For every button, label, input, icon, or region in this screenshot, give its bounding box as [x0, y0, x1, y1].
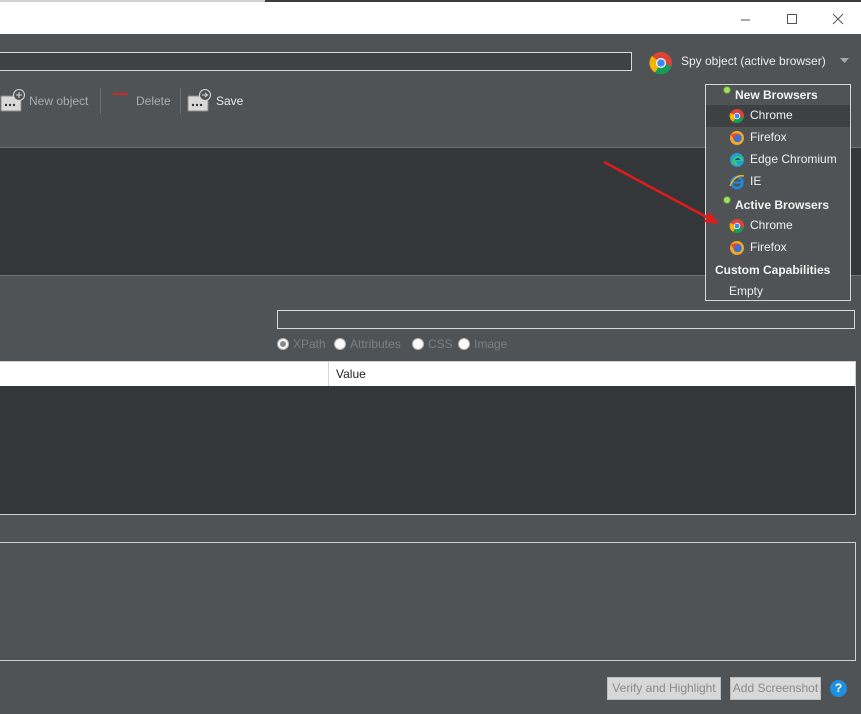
- delete-label: Delete: [136, 94, 171, 108]
- spy-object-button[interactable]: Spy object (active browser): [646, 50, 856, 75]
- firefox-icon: [730, 241, 744, 255]
- new-object-icon: [0, 89, 25, 112]
- custom-capabilities-label: Custom Capabilities: [715, 263, 831, 277]
- radio-dot: [277, 338, 289, 350]
- new-object-button[interactable]: New object: [0, 86, 95, 116]
- menu-item-label: Edge Chromium: [750, 152, 837, 166]
- new-object-label: New object: [29, 94, 89, 108]
- url-input[interactable]: [0, 52, 632, 71]
- menu-item-new-edge[interactable]: Edge Chromium: [706, 149, 850, 171]
- radio-attributes-label: Attributes: [350, 337, 401, 351]
- menu-header-new-browsers: New Browsers: [706, 85, 850, 107]
- details-textarea[interactable]: [0, 542, 856, 661]
- radio-css-label: CSS: [428, 337, 453, 351]
- radio-dot: [334, 338, 346, 350]
- chevron-down-icon[interactable]: [840, 58, 849, 64]
- help-icon[interactable]: ?: [830, 680, 847, 697]
- ie-icon: [729, 174, 745, 190]
- locator-input[interactable]: [277, 310, 855, 329]
- chrome-icon: [729, 109, 744, 124]
- column-header-value: Value: [336, 367, 366, 381]
- menu-header-custom-capabilities: Custom Capabilities: [706, 260, 850, 282]
- radio-image[interactable]: Image: [458, 337, 513, 353]
- title-bar-accent: [0, 0, 265, 2]
- browser-menu: New Browsers Chrome Firefox Edge Chromiu…: [705, 84, 851, 301]
- menu-item-new-chrome[interactable]: Chrome: [706, 105, 850, 127]
- chrome-icon: [649, 52, 672, 75]
- delete-button[interactable]: Delete: [110, 86, 175, 116]
- radio-image-label: Image: [474, 337, 508, 351]
- firefox-icon: [730, 131, 744, 145]
- maximize-button[interactable]: [768, 4, 814, 34]
- menu-header-active-browsers: Active Browsers: [706, 195, 850, 217]
- toolbar-divider: [180, 88, 181, 114]
- title-bar: [0, 0, 861, 34]
- menu-item-label: Firefox: [750, 130, 787, 144]
- radio-xpath-label: XPath: [293, 337, 326, 351]
- menu-item-empty[interactable]: Empty: [706, 281, 850, 303]
- active-browsers-label: Active Browsers: [735, 198, 830, 212]
- new-browsers-label: New Browsers: [735, 88, 818, 102]
- menu-item-active-firefox[interactable]: Firefox: [706, 237, 850, 259]
- menu-item-label: Chrome: [750, 218, 793, 232]
- add-screenshot-button[interactable]: Add Screenshot: [730, 677, 821, 700]
- spy-object-label: Spy object (active browser): [681, 54, 826, 68]
- menu-item-new-firefox[interactable]: Firefox: [706, 127, 850, 149]
- menu-item-new-ie[interactable]: IE: [706, 171, 850, 193]
- save-icon: [187, 89, 211, 112]
- toolbar-divider: [100, 88, 101, 114]
- table-header: Value: [0, 362, 855, 386]
- close-icon: [832, 13, 844, 25]
- minus-icon: [113, 93, 128, 95]
- column-divider[interactable]: [328, 362, 329, 386]
- annotation-arrow-icon: [603, 160, 719, 224]
- status-dot-icon: [723, 86, 731, 94]
- maximize-icon: [787, 14, 797, 24]
- close-button[interactable]: [814, 4, 860, 34]
- minimize-button[interactable]: [722, 4, 768, 34]
- radio-css[interactable]: CSS: [412, 337, 457, 353]
- menu-item-label: Firefox: [750, 240, 787, 254]
- menu-item-active-chrome[interactable]: Chrome: [706, 215, 850, 237]
- menu-item-label: IE: [750, 174, 762, 188]
- verify-highlight-button[interactable]: Verify and Highlight: [607, 677, 721, 700]
- properties-table: Value: [0, 361, 856, 515]
- menu-item-label: Empty: [729, 284, 764, 298]
- radio-dot: [412, 338, 424, 350]
- menu-item-label: Chrome: [750, 108, 793, 122]
- save-button[interactable]: Save: [187, 86, 247, 116]
- save-label: Save: [216, 94, 244, 108]
- radio-attributes[interactable]: Attributes: [334, 337, 414, 353]
- minimize-icon: [741, 19, 750, 21]
- radio-dot: [458, 338, 470, 350]
- edge-icon: [730, 153, 744, 167]
- chrome-icon: [729, 219, 744, 234]
